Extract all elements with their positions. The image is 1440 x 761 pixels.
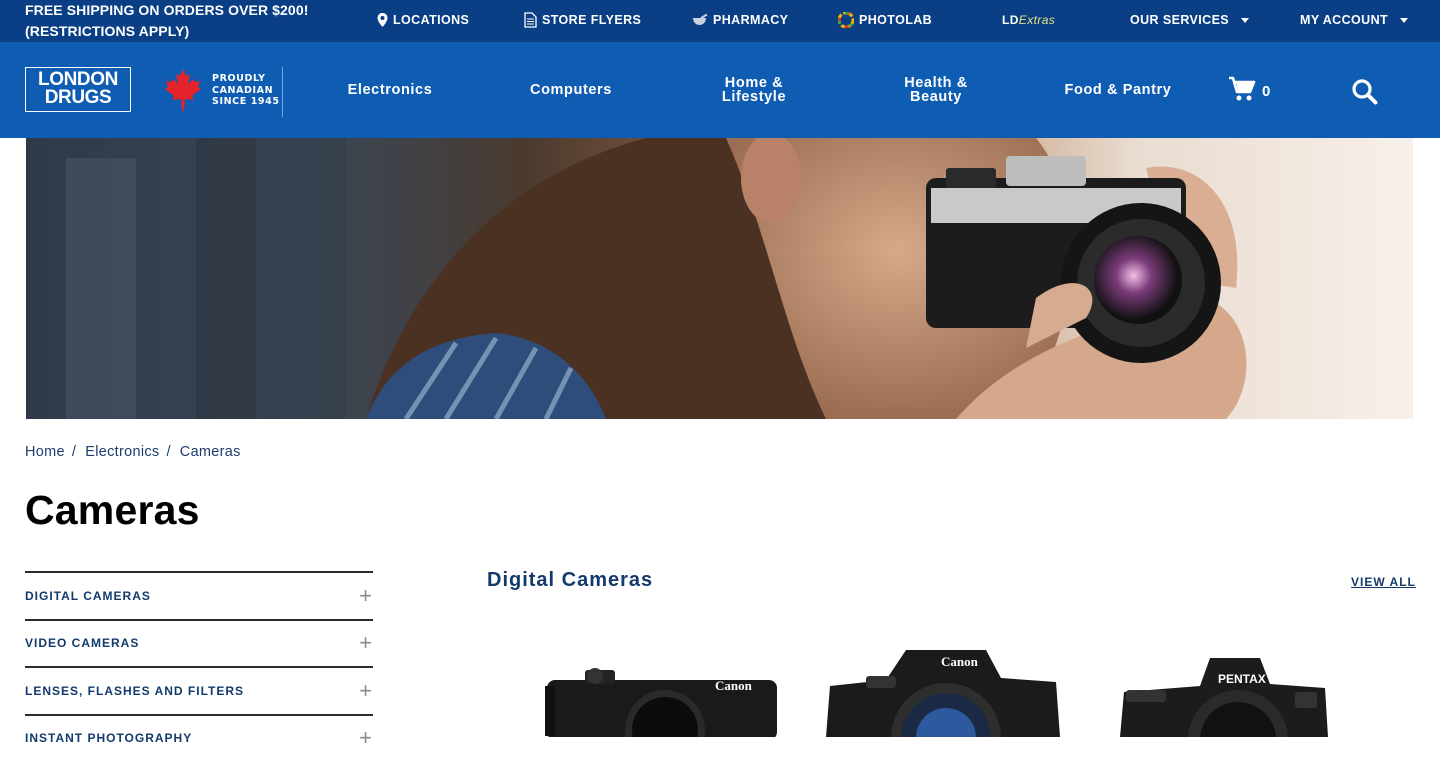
- ld-extras-suffix: Extras: [1019, 13, 1055, 27]
- nav-label: Home &: [722, 76, 786, 90]
- plus-icon[interactable]: +: [359, 678, 373, 704]
- maple-leaf-icon: [163, 68, 203, 117]
- nav-label-2: Beauty: [904, 90, 968, 104]
- shopping-cart-icon: [1228, 76, 1256, 106]
- logo-line-2: DRUGS: [26, 89, 130, 107]
- sidebar-item-instant-photography[interactable]: INSTANT PHOTOGRAPHY +: [25, 714, 373, 761]
- nav-computers[interactable]: Computers: [511, 42, 631, 138]
- locations-label: LOCATIONS: [393, 13, 469, 27]
- tagline-line-2: CANADIAN: [212, 85, 280, 97]
- ld-extras-prefix: LD: [1002, 13, 1019, 27]
- search-icon[interactable]: [1351, 78, 1378, 110]
- london-drugs-logo[interactable]: LONDON DRUGS: [25, 67, 131, 112]
- chevron-down-icon: [1400, 18, 1408, 23]
- main-header: LONDON DRUGS PROUDLY CANADIAN SINCE 1945…: [0, 42, 1440, 138]
- document-icon: [524, 12, 537, 28]
- pharmacy-label: PHARMACY: [713, 13, 788, 27]
- breadcrumb-separator: /: [72, 444, 76, 460]
- nav-label-2: Lifestyle: [722, 90, 786, 104]
- my-account-label: MY ACCOUNT: [1300, 13, 1388, 27]
- free-shipping-promo[interactable]: FREE SHIPPING ON ORDERS OVER $200! (REST…: [25, 0, 308, 42]
- nav-label: Electronics: [348, 83, 433, 97]
- pharmacy-link[interactable]: PHARMACY: [692, 11, 788, 29]
- sidebar-item-video-cameras[interactable]: VIDEO CAMERAS +: [25, 619, 373, 667]
- promo-line-1: FREE SHIPPING ON ORDERS OVER $200!: [25, 0, 308, 21]
- camera-product-image: Canon: [545, 668, 780, 737]
- nav-label: Food & Pantry: [1065, 83, 1172, 97]
- sidebar-item-label: INSTANT PHOTOGRAPHY: [25, 731, 192, 745]
- store-flyers-link[interactable]: STORE FLYERS: [524, 11, 641, 29]
- utility-bar: FREE SHIPPING ON ORDERS OVER $200! (REST…: [0, 0, 1440, 42]
- plus-icon[interactable]: +: [359, 725, 373, 751]
- breadcrumb: Home / Electronics / Cameras: [25, 444, 241, 460]
- breadcrumb-electronics[interactable]: Electronics: [85, 444, 159, 460]
- promo-line-2: (RESTRICTIONS APPLY): [25, 21, 308, 42]
- mortar-pestle-icon: [692, 14, 708, 26]
- product-card[interactable]: Canon: [826, 646, 1066, 742]
- our-services-label: OUR SERVICES: [1130, 13, 1229, 27]
- hero-banner-image: [26, 138, 1413, 419]
- nav-label: Computers: [530, 83, 612, 97]
- sidebar-item-label: VIDEO CAMERAS: [25, 636, 139, 650]
- sidebar-item-lenses-flashes-filters[interactable]: LENSES, FLASHES AND FILTERS +: [25, 666, 373, 714]
- sidebar-item-digital-cameras[interactable]: DIGITAL CAMERAS +: [25, 571, 373, 619]
- brand-label: Canon: [941, 654, 979, 669]
- breadcrumb-current: Cameras: [180, 444, 241, 460]
- sidebar-item-label: DIGITAL CAMERAS: [25, 589, 151, 603]
- photolab-link[interactable]: PHOTOLAB: [838, 11, 932, 29]
- product-card[interactable]: PENTAX: [1120, 656, 1330, 742]
- plus-icon[interactable]: +: [359, 630, 373, 656]
- brand-label: PENTAX: [1218, 672, 1266, 686]
- product-card[interactable]: Canon: [545, 668, 780, 742]
- tagline-line-3: SINCE 1945: [212, 96, 280, 108]
- camera-product-image: PENTAX: [1120, 656, 1330, 737]
- nav-food-pantry[interactable]: Food & Pantry: [1058, 42, 1178, 138]
- nav-electronics[interactable]: Electronics: [330, 42, 450, 138]
- photolab-aperture-icon: [838, 12, 854, 28]
- camera-product-image: Canon: [826, 646, 1066, 737]
- breadcrumb-home[interactable]: Home: [25, 444, 65, 460]
- map-pin-icon: [377, 13, 388, 27]
- photolab-label: PHOTOLAB: [859, 13, 932, 27]
- nav-health-beauty[interactable]: Health &Beauty: [876, 42, 996, 138]
- plus-icon[interactable]: +: [359, 583, 373, 609]
- header-divider: [282, 67, 283, 117]
- page-title: Cameras: [25, 487, 200, 534]
- section-title: Digital Cameras: [487, 569, 653, 592]
- breadcrumb-separator: /: [166, 444, 170, 460]
- view-all-link[interactable]: VIEW ALL: [1351, 575, 1416, 589]
- tagline-line-1: PROUDLY: [212, 73, 280, 85]
- cart-count: 0: [1262, 83, 1270, 100]
- nav-home-lifestyle[interactable]: Home &Lifestyle: [694, 42, 814, 138]
- cart-button[interactable]: 0: [1228, 76, 1270, 106]
- proudly-canadian-tagline: PROUDLY CANADIAN SINCE 1945: [212, 73, 280, 108]
- category-sidebar: DIGITAL CAMERAS + VIDEO CAMERAS + LENSES…: [25, 571, 373, 761]
- store-flyers-label: STORE FLYERS: [542, 13, 641, 27]
- locations-link[interactable]: LOCATIONS: [377, 11, 469, 29]
- our-services-dropdown[interactable]: OUR SERVICES: [1130, 11, 1249, 29]
- chevron-down-icon: [1241, 18, 1249, 23]
- ld-extras-link[interactable]: LDExtras: [1002, 11, 1055, 29]
- sidebar-item-label: LENSES, FLASHES AND FILTERS: [25, 684, 244, 698]
- my-account-dropdown[interactable]: MY ACCOUNT: [1300, 11, 1408, 29]
- brand-label: Canon: [715, 678, 753, 693]
- nav-label: Health &: [904, 76, 968, 90]
